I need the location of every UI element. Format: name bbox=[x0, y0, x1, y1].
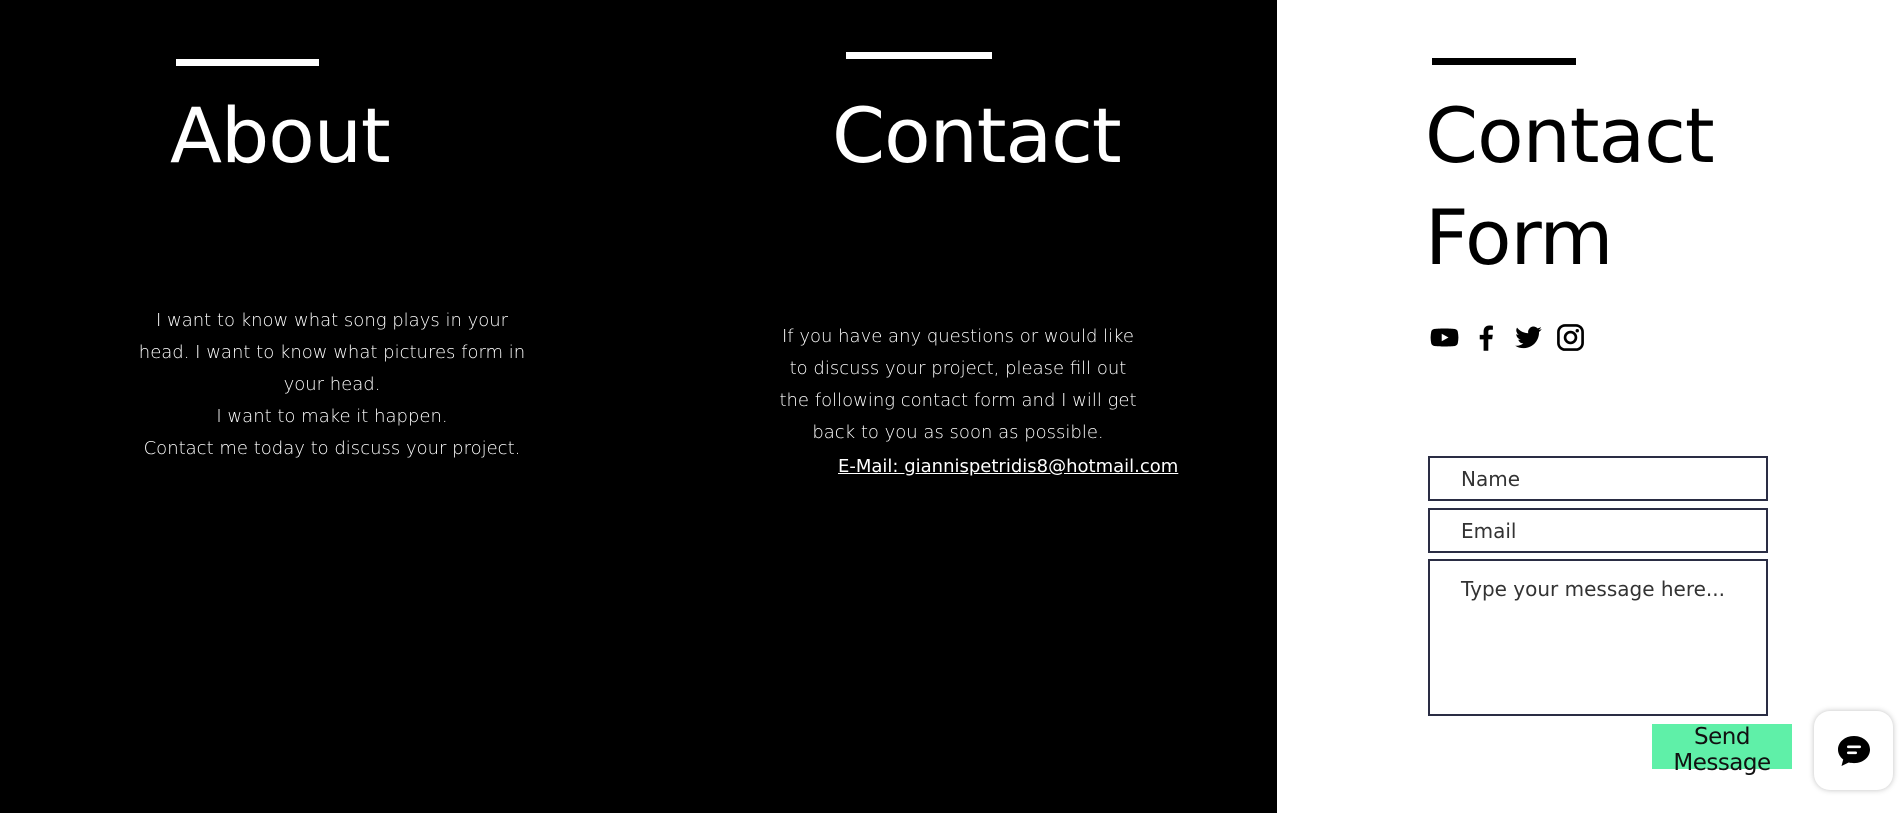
send-message-button[interactable]: Send Message bbox=[1652, 724, 1792, 776]
chat-bubble-icon bbox=[1837, 735, 1870, 766]
contact-divider bbox=[846, 52, 992, 59]
message-field[interactable] bbox=[1428, 559, 1768, 716]
contact-form-divider bbox=[1432, 58, 1576, 65]
name-field[interactable] bbox=[1428, 456, 1768, 501]
about-text: I want to know what song plays in your h… bbox=[138, 310, 526, 459]
email-field[interactable] bbox=[1428, 508, 1768, 553]
about-title: About bbox=[170, 91, 391, 180]
twitter-icon[interactable] bbox=[1514, 323, 1543, 352]
about-divider bbox=[176, 59, 319, 66]
facebook-icon[interactable] bbox=[1472, 323, 1501, 352]
instagram-icon[interactable] bbox=[1556, 323, 1585, 352]
social-bar bbox=[1430, 323, 1585, 352]
contact-text: If you have any questions or would like … bbox=[779, 326, 1137, 443]
email-link[interactable]: E-Mail: giannispetridis8@hotmail.com bbox=[838, 456, 1178, 477]
contact-title: Contact bbox=[832, 91, 1122, 180]
contact-form-title-line1: Contact bbox=[1425, 91, 1715, 180]
youtube-icon[interactable] bbox=[1430, 323, 1459, 352]
chat-button[interactable] bbox=[1814, 711, 1893, 790]
contact-form-title-line2: Form bbox=[1425, 193, 1613, 282]
